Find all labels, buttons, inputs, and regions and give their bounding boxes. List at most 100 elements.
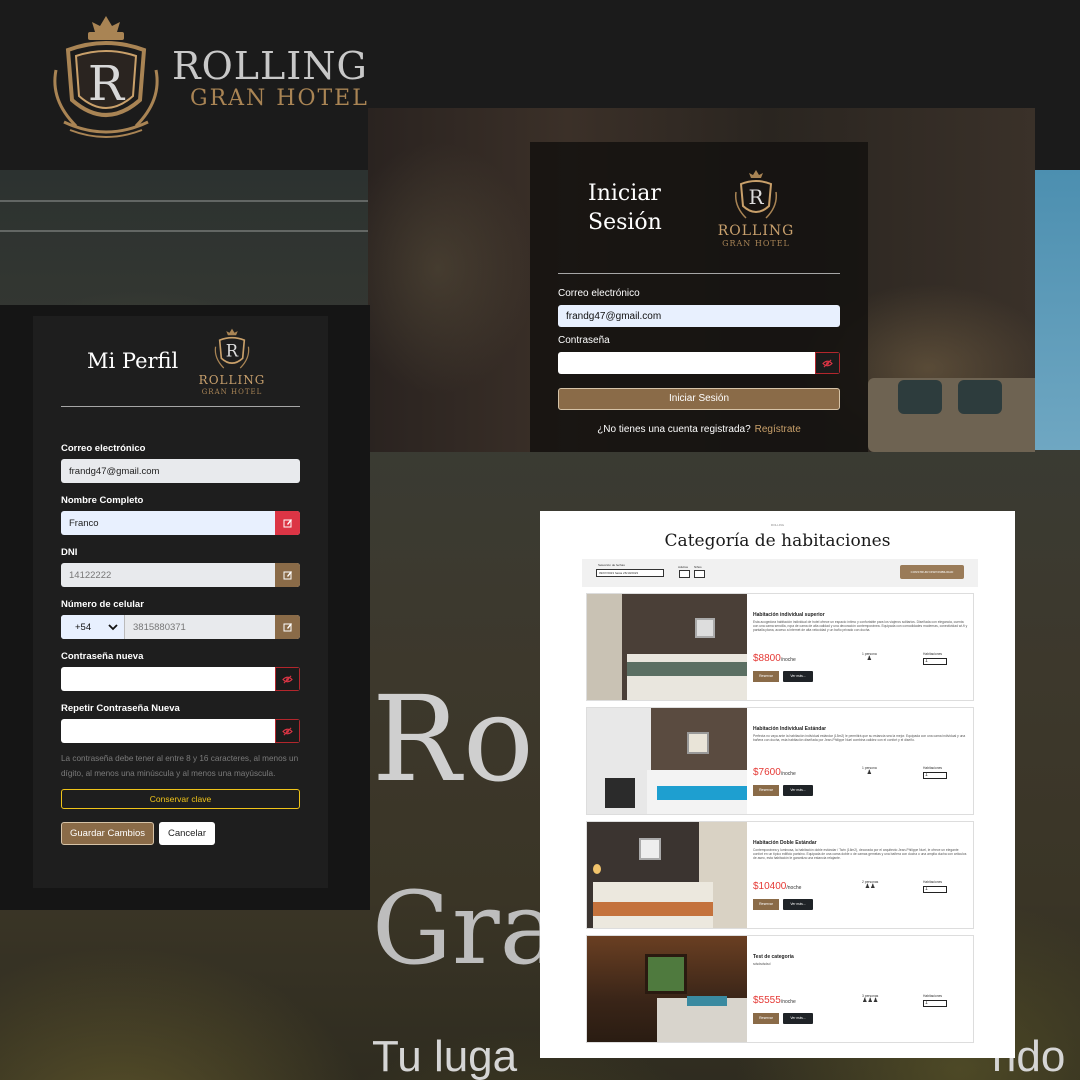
room-quantity-value: 1 xyxy=(925,886,928,892)
pillow-decoration xyxy=(898,380,942,414)
room-quantity: Habitaciones 1 xyxy=(923,880,947,893)
profile-dni-input[interactable]: 14122222 xyxy=(61,563,300,587)
toggle-password-button[interactable] xyxy=(815,352,840,374)
reserve-button[interactable]: Reservar xyxy=(753,899,779,910)
room-price: $10400/noche xyxy=(753,881,801,892)
room-price-unit: /noche xyxy=(780,771,796,777)
room-info: Habitación individual superior Esta acog… xyxy=(747,594,973,700)
hero-title-line1: Ro xyxy=(372,670,536,808)
room-name: Habitación individual superior xyxy=(753,612,825,618)
reserve-button[interactable]: Reservar xyxy=(753,785,779,796)
adults-stepper[interactable] xyxy=(679,570,690,578)
login-title-line2: Sesión xyxy=(588,209,662,235)
balcony-rail xyxy=(0,230,380,232)
login-screenshot: Iniciar Sesión R ROLLING GRAN HOTEL Corr… xyxy=(368,108,1035,452)
dates-label: Selección de fechas xyxy=(598,563,625,567)
edit-name-button[interactable] xyxy=(275,511,300,535)
rooms-title: Categoría de habitaciones xyxy=(664,531,891,551)
login-email-label: Correo electrónico xyxy=(558,288,640,299)
reserve-button[interactable]: Reservar xyxy=(753,1013,779,1024)
room-description: Perfecta no vaya ante la habitación indi… xyxy=(753,734,966,743)
room-quantity-select[interactable]: 1 xyxy=(923,1000,947,1007)
edit-dni-button[interactable] xyxy=(275,563,300,587)
country-code-select[interactable]: +54 xyxy=(61,615,125,639)
repeat-password-input[interactable] xyxy=(61,719,300,743)
kids-label: Niños xyxy=(694,565,702,569)
profile-email-input[interactable]: frandg47@gmail.com xyxy=(61,459,300,483)
room-quantity: Habitaciones 1 xyxy=(923,652,947,665)
save-changes-button[interactable]: Guardar Cambios xyxy=(61,822,154,845)
login-password-input[interactable] xyxy=(558,352,840,374)
edit-phone-button[interactable] xyxy=(275,615,300,639)
rooms-logo-name: ROLLING xyxy=(770,523,785,527)
profile-name-input[interactable]: Franco xyxy=(61,511,300,535)
see-more-button[interactable]: Ver más... xyxy=(783,899,813,910)
login-submit-button[interactable]: Iniciar Sesión xyxy=(558,388,840,410)
register-prompt-text: ¿No tienes una cuenta registrada? xyxy=(597,424,751,435)
hero-title-line2: Gra xyxy=(372,870,560,987)
password-help-text: La contraseña debe tener al entre 8 y 16… xyxy=(61,754,299,778)
profile-dni-value: 14122222 xyxy=(69,569,112,581)
dates-input[interactable]: 09/07/2023 hasta 26/10/2023 xyxy=(596,569,664,577)
room-card: Habitación individual superior Esta acog… xyxy=(586,593,974,701)
cancel-button[interactable]: Cancelar xyxy=(158,822,216,845)
register-link[interactable]: Regístrate xyxy=(755,424,801,435)
room-price-value: $8800 xyxy=(753,653,781,664)
login-title-line1: Iniciar xyxy=(588,180,661,206)
login-logo: R ROLLING GRAN HOTEL xyxy=(716,168,796,248)
see-more-button[interactable]: Ver más... xyxy=(783,671,813,682)
room-info: Habitación Doble Estándar Contemporánea … xyxy=(747,822,973,928)
new-password-input[interactable] xyxy=(61,667,300,691)
person-icon: ♟ xyxy=(866,770,873,776)
kids-stepper[interactable] xyxy=(694,570,705,578)
room-quantity-label: Habitaciones xyxy=(923,652,943,656)
toggle-repeat-password-button[interactable] xyxy=(275,719,300,743)
room-quantity-select[interactable]: 1 xyxy=(923,886,947,893)
adults-label: Adultos xyxy=(678,565,689,569)
check-availability-button[interactable]: CONSTRUIR DISPONIBILIDAD xyxy=(900,565,964,579)
login-header: Iniciar Sesión R ROLLING GRAN HOTEL xyxy=(558,142,840,274)
room-card: Test de categoría sdsdsdsdsd $5555/noche… xyxy=(586,935,974,1043)
toggle-new-password-button[interactable] xyxy=(275,667,300,691)
reserve-button[interactable]: Reservar xyxy=(753,671,779,682)
room-quantity-select[interactable]: 1 xyxy=(923,772,947,779)
room-price-value: $7600 xyxy=(753,767,781,778)
person-icon: ♟♟♟ xyxy=(862,998,879,1004)
svg-text:R: R xyxy=(88,56,126,112)
room-actions: Reservar Ver más... xyxy=(753,785,813,796)
room-photo xyxy=(587,822,747,928)
room-quantity: Habitaciones 1 xyxy=(923,994,947,1007)
profile-name-value: Franco xyxy=(69,517,99,529)
see-more-button[interactable]: Ver más... xyxy=(783,1013,813,1024)
edit-icon xyxy=(283,519,292,528)
crest-icon: R xyxy=(734,169,778,219)
eye-slash-icon xyxy=(282,727,293,735)
room-price-unit: /noche xyxy=(780,999,796,1005)
room-actions: Reservar Ver más... xyxy=(753,1013,813,1024)
room-quantity-select[interactable]: 1 xyxy=(923,658,947,665)
availability-filter: Selección de fechas 09/07/2023 hasta 26/… xyxy=(582,559,978,587)
brand-logo[interactable]: R ROLLING GRAN HOTEL xyxy=(48,10,369,146)
login-password-label: Contraseña xyxy=(558,335,610,346)
profile-phone-input[interactable]: +54 3815880371 xyxy=(61,615,300,639)
profile-actions: Guardar Cambios Cancelar xyxy=(61,822,300,845)
room-info: Habitación Individual Estándar Perfecta … xyxy=(747,708,973,814)
room-price-unit: /noche xyxy=(780,657,796,663)
room-quantity-label: Habitaciones xyxy=(923,994,943,998)
keep-password-button[interactable]: Conservar clave xyxy=(61,789,300,809)
login-logo-sub: GRAN HOTEL xyxy=(722,238,790,248)
room-price: $5555/noche xyxy=(753,995,796,1006)
room-info: Test de categoría sdsdsdsdsd $5555/noche… xyxy=(747,936,973,1042)
login-logo-name: ROLLING xyxy=(717,222,795,239)
profile-screenshot: Mi Perfil R ROLLING GRAN HOTEL Correo el… xyxy=(0,305,370,910)
see-more-button[interactable]: Ver más... xyxy=(783,785,813,796)
room-quantity-label: Habitaciones xyxy=(923,880,943,884)
eye-slash-icon xyxy=(282,675,293,683)
room-card: Habitación Individual Estándar Perfecta … xyxy=(586,707,974,815)
repeat-password-label: Repetir Contraseña Nueva xyxy=(61,703,180,714)
room-name: Test de categoría xyxy=(753,954,794,960)
profile-title: Mi Perfil xyxy=(87,349,179,373)
login-email-input[interactable]: frandg47@gmail.com xyxy=(558,305,840,327)
room-photo xyxy=(587,936,747,1042)
register-prompt: ¿No tienes una cuenta registrada? Regístr… xyxy=(558,424,840,435)
